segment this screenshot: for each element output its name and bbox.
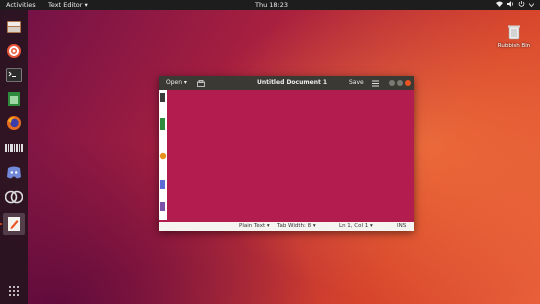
dock-text-editor[interactable] <box>3 213 25 235</box>
side-panel <box>159 90 167 220</box>
gamepad-icon <box>5 190 23 204</box>
dock-software-updater[interactable] <box>3 40 25 62</box>
clock[interactable]: Thu 18:23 <box>255 0 288 10</box>
volume-icon <box>507 0 514 10</box>
dock-firefox[interactable] <box>3 112 25 134</box>
rubbish-bin-label: Rubbish Bin <box>497 43 531 49</box>
spreadsheet-icon <box>8 92 20 106</box>
show-applications-button[interactable] <box>3 280 25 302</box>
close-button[interactable] <box>405 80 411 86</box>
text-editor-window: Open ▾ Untitled Document 1 Save Plain Te… <box>159 76 414 231</box>
text-editor-icon <box>8 217 20 231</box>
dock-discord[interactable] <box>3 162 25 184</box>
trash-icon <box>508 25 520 40</box>
insert-mode: INS <box>397 223 407 229</box>
tab-width-selector[interactable]: Tab Width: 8 ▾ <box>277 222 316 231</box>
gear-icon <box>7 44 21 58</box>
dock-game-controller[interactable] <box>3 186 25 208</box>
chevron-down-icon <box>528 0 535 10</box>
hamburger-menu-icon[interactable] <box>372 79 379 93</box>
running-indicator <box>0 223 2 225</box>
rubbish-bin[interactable]: Rubbish Bin <box>496 24 532 49</box>
activities-button[interactable]: Activities <box>6 0 36 10</box>
language-selector[interactable]: Plain Text ▾ <box>239 222 270 231</box>
window-title: Untitled Document 1 <box>257 79 328 86</box>
open-button[interactable]: Open ▾ <box>166 76 187 90</box>
power-icon <box>518 0 525 10</box>
minimize-button[interactable] <box>389 80 395 86</box>
window-controls <box>389 80 411 86</box>
new-tab-icon[interactable] <box>197 79 205 93</box>
dock <box>0 10 28 304</box>
dock-app-grid-tool[interactable] <box>3 137 25 159</box>
top-bar: Activities Text Editor ▾ Thu 18:23 <box>0 0 540 10</box>
status-bar: Plain Text ▾ Tab Width: 8 ▾ Ln 1, Col 1 … <box>159 222 414 231</box>
system-tray[interactable] <box>496 0 535 10</box>
dock-files[interactable] <box>3 16 25 38</box>
save-button[interactable]: Save <box>349 76 364 90</box>
terminal-icon <box>6 68 22 82</box>
dock-spreadsheet[interactable] <box>3 88 25 110</box>
file-cabinet-icon <box>7 21 21 33</box>
firefox-icon <box>7 116 21 130</box>
app-menu[interactable]: Text Editor ▾ <box>48 0 88 10</box>
dock-terminal[interactable] <box>3 64 25 86</box>
app-grid-icon <box>9 286 19 296</box>
cursor-position[interactable]: Ln 1, Col 1 ▾ <box>339 222 373 231</box>
maximize-button[interactable] <box>397 80 403 86</box>
barcode-icon <box>5 144 23 152</box>
network-icon <box>496 0 503 10</box>
discord-icon <box>7 166 21 179</box>
window-titlebar[interactable]: Open ▾ Untitled Document 1 Save <box>159 76 414 90</box>
